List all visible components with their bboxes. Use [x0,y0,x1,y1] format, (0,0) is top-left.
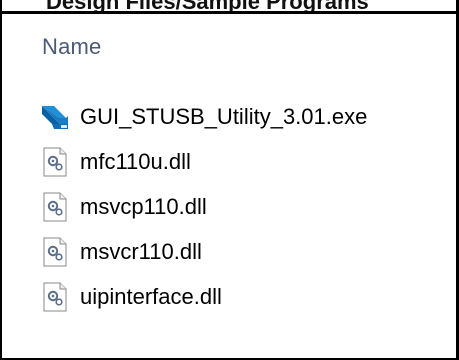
list-item-dll[interactable]: msvcr110.dll [40,229,456,274]
application-exe-icon [40,102,70,132]
list-item-dll[interactable]: mfc110u.dll [40,139,456,184]
list-item-dll[interactable]: uipinterface.dll [40,274,456,319]
list-item-label: msvcr110.dll [80,238,202,264]
clipped-heading-strip: Design Files/Sample Programs [2,0,456,14]
dll-file-icon [40,192,70,222]
list-item-exe[interactable]: GUI_STUSB_Utility_3.01.exe [40,94,456,139]
dll-file-icon [40,237,70,267]
dll-file-icon [40,147,70,177]
column-header-name[interactable]: Name [42,34,102,60]
list-item-label: msvcp110.dll [80,193,207,219]
dll-file-icon [40,282,70,312]
list-item-label: GUI_STUSB_Utility_3.01.exe [80,103,368,129]
list-item-dll[interactable]: msvcp110.dll [40,184,456,229]
file-list: GUI_STUSB_Utility_3.01.exe mfc110u.dll m… [40,94,456,319]
explorer-file-pane: Design Files/Sample Programs Name GUI_ST… [0,0,459,360]
list-item-label: mfc110u.dll [80,148,191,174]
list-item-label: uipinterface.dll [80,283,222,309]
clipped-heading: Design Files/Sample Programs [46,0,369,14]
